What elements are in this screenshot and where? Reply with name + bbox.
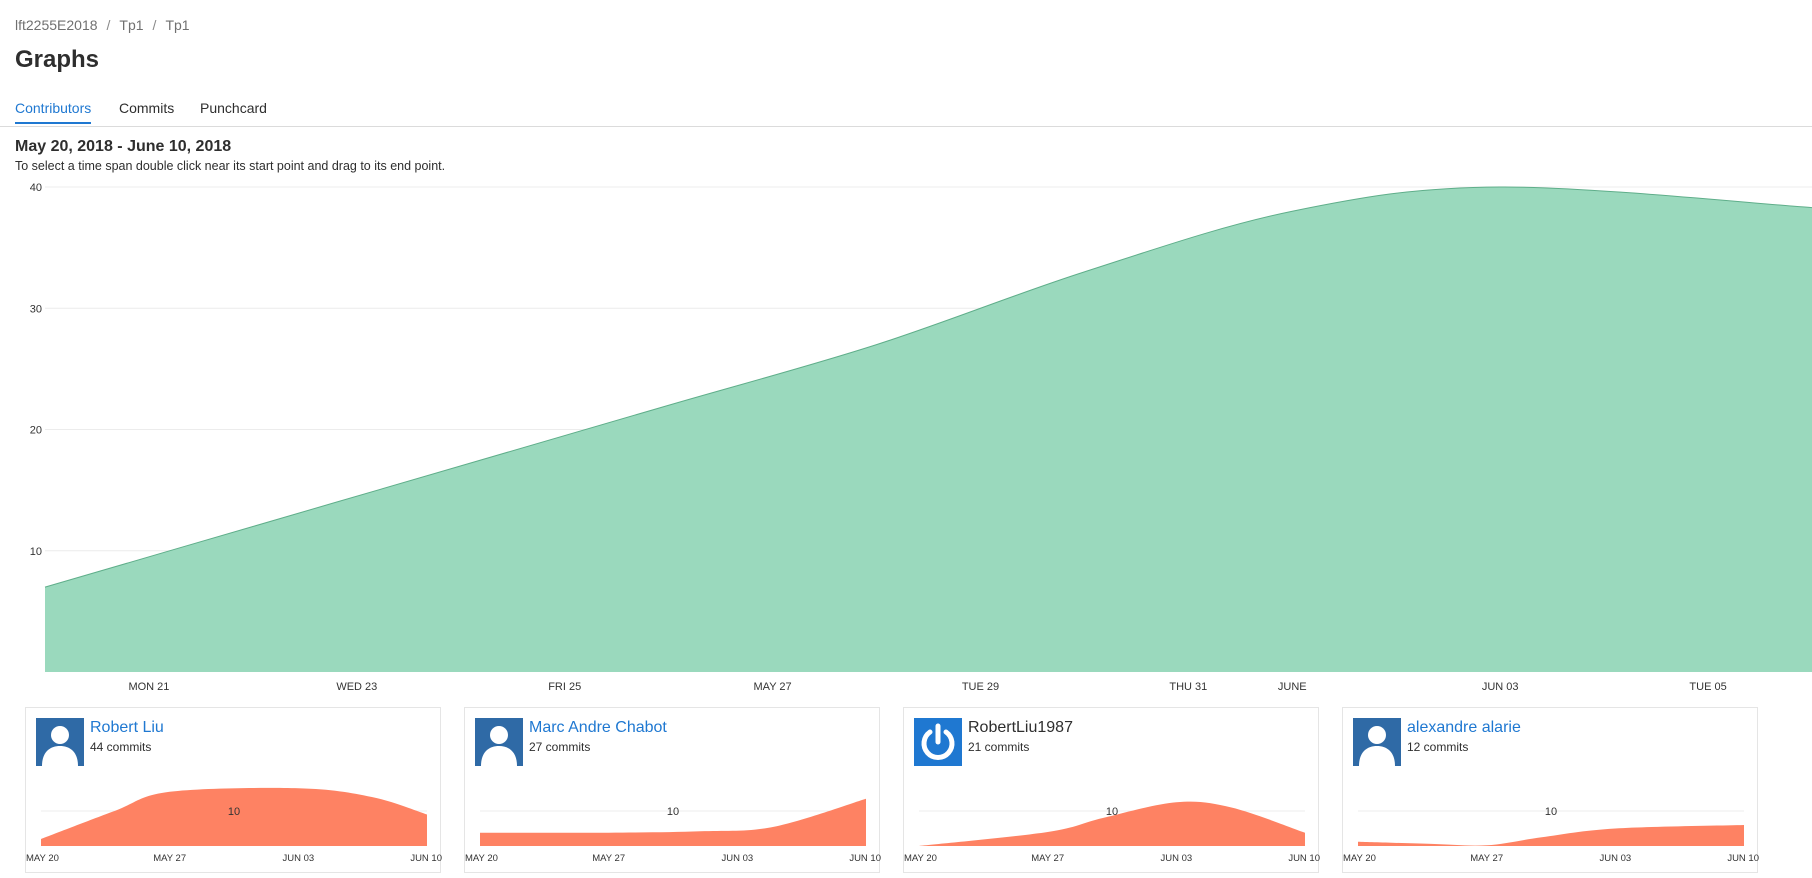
- x-tick-label: JUN 10: [1727, 853, 1759, 864]
- contributor-mini-chart: 10 MAY 20 MAY 27 JUN 03 JUN 10: [1343, 806, 1759, 864]
- y-tick-label: 20: [30, 425, 42, 437]
- y-tick-label: 10: [1545, 806, 1557, 818]
- x-tick-label: MAY 20: [465, 853, 498, 864]
- x-tick-label: FRI 25: [548, 681, 581, 693]
- contributor-card: RobertLiu1987 21 commits 10 MAY 20 MAY 27 J…: [903, 707, 1320, 873]
- x-tick-label: MAY 20: [1343, 853, 1376, 864]
- contributor-mini-chart: 10 MAY 20 MAY 27 JUN 03 JUN 10: [465, 798, 881, 864]
- y-tick-label: 10: [667, 806, 679, 818]
- y-tick-label: 30: [30, 303, 42, 315]
- x-tick-label: MAY 27: [1031, 853, 1064, 864]
- x-tick-label: TUE 29: [962, 681, 999, 693]
- x-tick-label: JUN 10: [849, 853, 881, 864]
- x-tick-label: MAY 27: [153, 853, 186, 864]
- x-tick-label: MAY 20: [904, 853, 937, 864]
- x-tick-label: JUN 03: [1599, 853, 1631, 864]
- y-tick-label: 10: [30, 546, 42, 558]
- contributor-card: Robert Liu 44 commits 10 MAY 20 MAY 27 JUN …: [25, 707, 442, 873]
- x-tick-label: THU 31: [1169, 681, 1207, 693]
- x-tick-label: JUNE: [1278, 681, 1307, 693]
- x-tick-label: MAY 20: [26, 853, 59, 864]
- x-tick-label: JUN 10: [410, 853, 442, 864]
- y-tick-label: 10: [228, 806, 240, 818]
- x-tick-label: MON 21: [128, 681, 169, 693]
- y-tick-label: 40: [30, 182, 42, 194]
- x-tick-label: JUN 03: [721, 853, 753, 864]
- x-tick-label: MAY 27: [1470, 853, 1503, 864]
- x-tick-label: JUN 10: [1288, 853, 1320, 864]
- x-tick-label: JUN 03: [1160, 853, 1192, 864]
- contributions-area-chart[interactable]: 10 20 30 40 MON 21 WED 23 FRI 25 MAY 27 TUE 29 TH…: [0, 0, 1812, 700]
- y-tick-label: 10: [1106, 806, 1118, 818]
- x-tick-label: MAY 27: [754, 681, 792, 693]
- x-tick-label: JUN 03: [282, 853, 314, 864]
- x-tick-label: MAY 27: [592, 853, 625, 864]
- contributor-card: Marc Andre Chabot 27 commits 10 MAY 20 MAY…: [464, 707, 881, 873]
- contributor-mini-chart: 10 MAY 20 MAY 27 JUN 03 JUN 10: [26, 787, 442, 864]
- x-tick-label: JUN 03: [1482, 681, 1519, 693]
- x-tick-label: TUE 05: [1689, 681, 1726, 693]
- x-tick-label: WED 23: [336, 681, 377, 693]
- area-series: [1358, 825, 1744, 846]
- contributor-mini-chart: 10 MAY 20 MAY 27 JUN 03 JUN 10: [904, 801, 1320, 864]
- contributor-card: alexandre alarie 12 commits 10 MAY 20 MAY …: [1342, 707, 1759, 873]
